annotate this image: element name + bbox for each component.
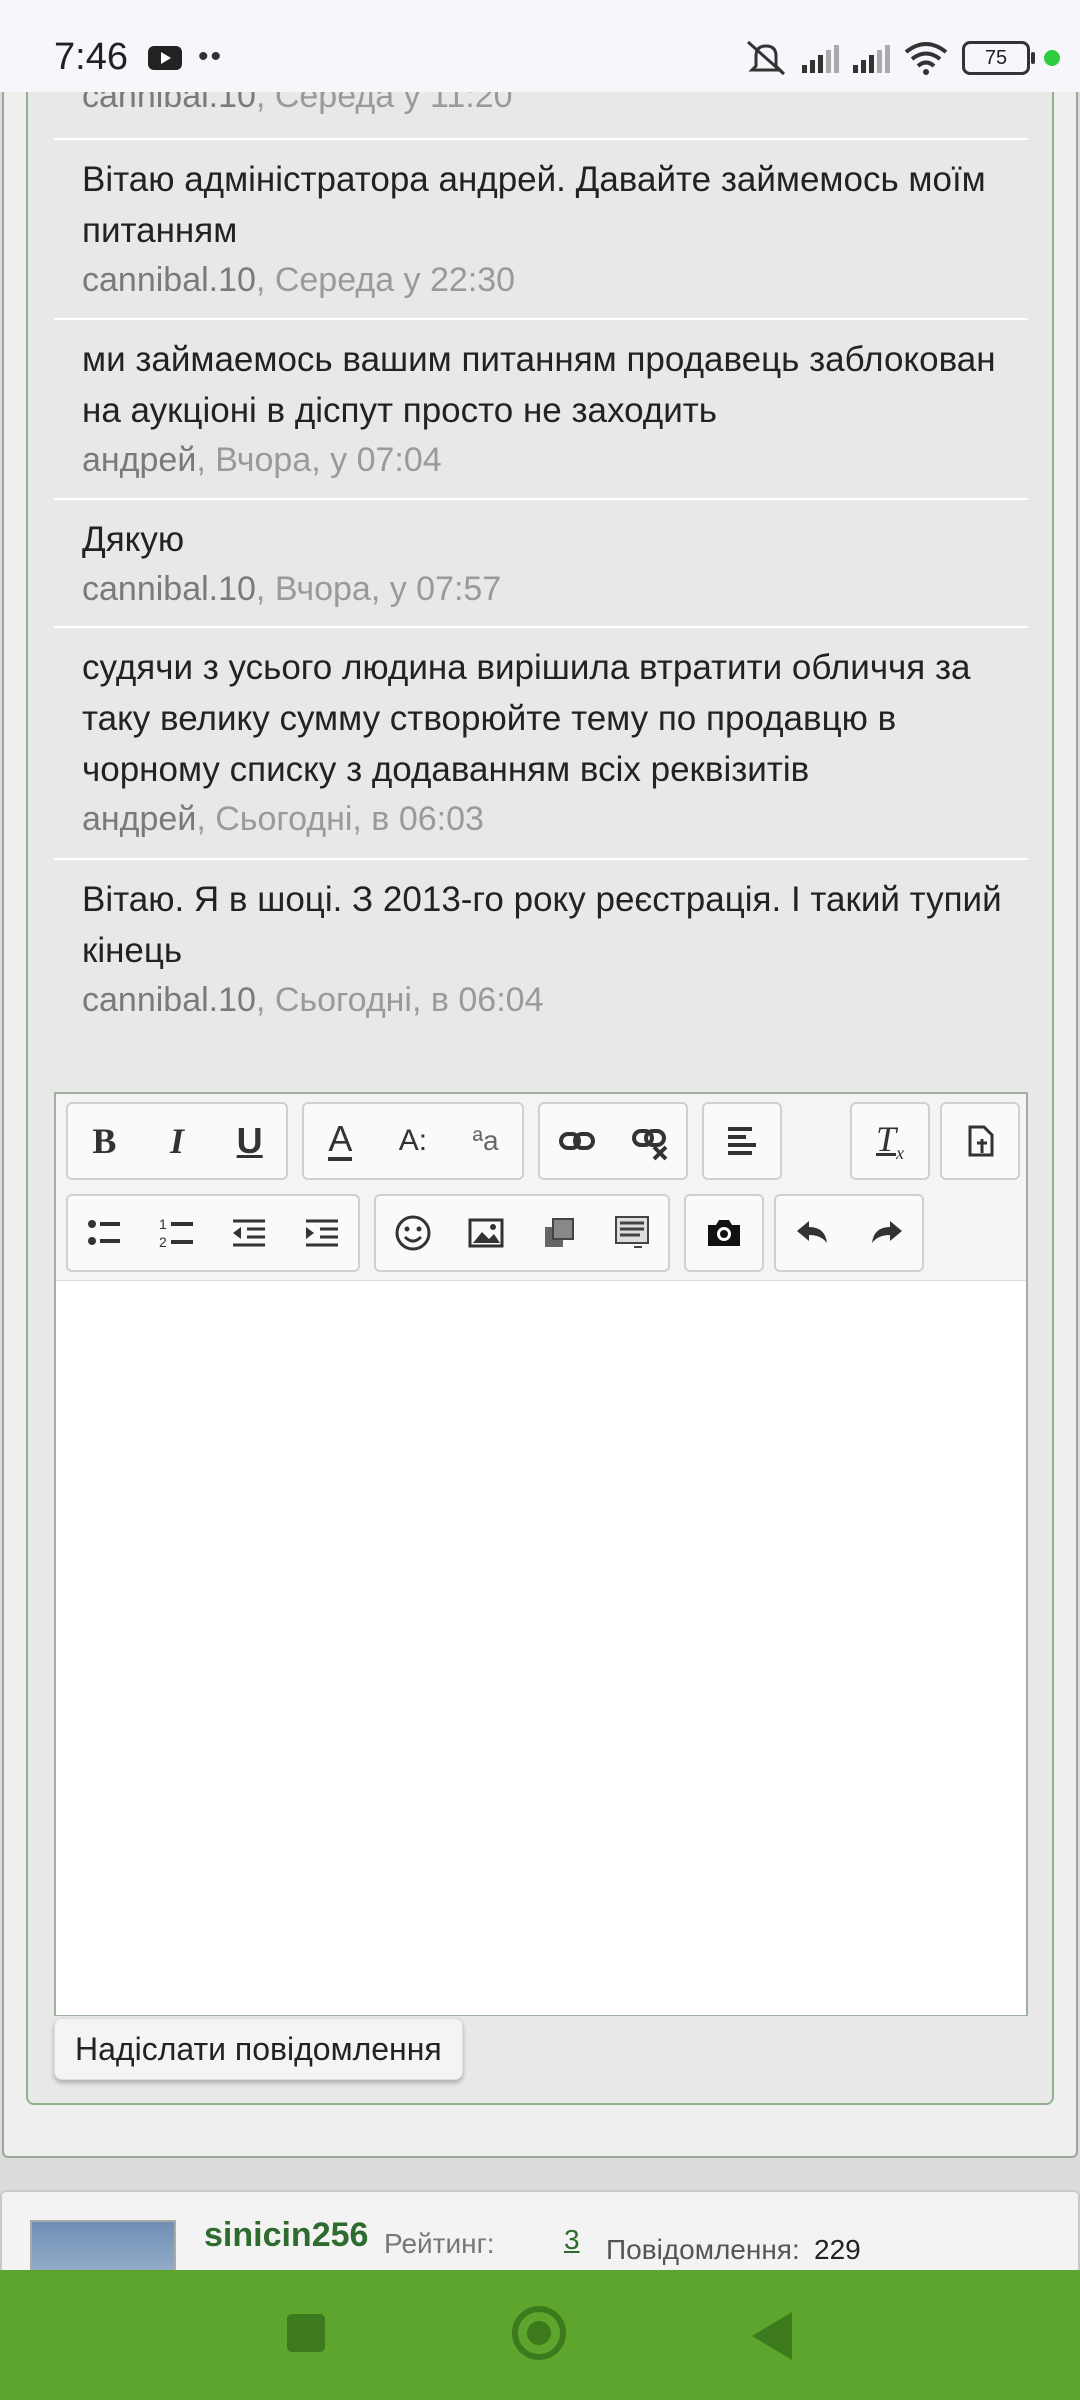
status-time: 7:46 [54,36,128,78]
message-item: судячи з усього людина вирішила втратити… [54,628,1028,860]
posts-value: 229 [814,2234,861,2265]
remove-format-icon[interactable]: Tx [859,1110,921,1172]
template-icon[interactable] [601,1202,663,1264]
wifi-icon [904,42,948,75]
rating-value[interactable]: 3 [564,2224,580,2256]
toolbar-group-history [774,1194,924,1272]
signal-icon [853,43,890,73]
toolbar-group-format: Tx [850,1102,930,1180]
font-case-icon[interactable]: ªa [455,1110,517,1172]
message-item: Дякую cannibal.10, Вчора, у 07:57 [54,500,1028,628]
indent-icon[interactable] [291,1202,353,1264]
message-author[interactable]: андрей [82,441,196,479]
numbered-list-icon[interactable]: 12 [146,1202,208,1264]
message-author[interactable]: cannibal.10 [82,570,256,608]
toolbar-group-source [940,1102,1020,1180]
camera-icon[interactable] [693,1202,755,1264]
message-time: Сьогодні, в 06:03 [215,800,484,838]
align-icon[interactable] [711,1110,773,1172]
bold-icon[interactable]: B [73,1110,135,1172]
font-size-icon[interactable]: A: [382,1110,444,1172]
message-author[interactable]: cannibal.10 [82,981,256,1019]
message-text: Дякую [82,520,185,559]
toolbar-group-links [538,1102,688,1180]
message-editor: B I U A A: ªa Tx 12 [54,1092,1028,2016]
svg-text:2: 2 [159,1234,167,1250]
message-text: судячи з усього людина вирішила втратити… [82,648,971,789]
message-item: Вітаю. Я в шоці. З 2013-го року реєстрац… [54,860,1028,1040]
message-text: ми займаемось вашим питанням продавець з… [82,340,996,430]
redo-icon[interactable] [855,1202,917,1264]
image-icon[interactable] [455,1202,517,1264]
toolbar-group-camera [684,1194,764,1272]
message-text: Вітаю. Я в шоці. З 2013-го року реєстрац… [82,880,1002,970]
youtube-notification-icon [148,46,182,70]
svg-text:1: 1 [159,1216,167,1232]
toolbar-group-basic: B I U [66,1102,288,1180]
bullet-list-icon[interactable] [73,1202,135,1264]
message-time: Сьогодні, в 06:04 [274,981,544,1019]
outdent-icon[interactable] [218,1202,280,1264]
home-button[interactable] [512,2306,566,2360]
navigation-bar [0,2270,1080,2400]
message-time: Вчора, у 07:57 [274,570,502,608]
undo-icon[interactable] [782,1202,844,1264]
text-color-icon[interactable]: A [309,1110,371,1172]
recent-apps-button[interactable] [287,2314,325,2352]
more-notifications-icon: •• [198,40,224,73]
toolbar-group-lists: 12 [66,1194,360,1272]
message-author[interactable]: андрей [82,800,196,838]
message-item: Вітаю адміністратора андрей. Давайте зай… [54,140,1028,320]
message-time: Середа у 22:30 [274,261,516,299]
battery-icon: 75 [962,41,1035,75]
toolbar-group-style: A A: ªa [302,1102,524,1180]
send-message-button[interactable]: Надіслати повідомлення [54,2018,463,2080]
post-username[interactable]: sinicin256 [204,2216,368,2255]
back-button[interactable] [752,2312,792,2360]
status-bar: 7:46 •• 75 [0,0,1080,92]
posts-label: Повідомлення: [606,2234,800,2265]
message-text: Вітаю адміністратора андрей. Давайте зай… [82,160,986,250]
message-time: Вчора, у 07:04 [215,441,442,479]
signal-icon [802,43,839,73]
rating-label: Рейтинг: [384,2228,495,2259]
source-icon[interactable] [949,1110,1011,1172]
toolbar-group-align [702,1102,782,1180]
message-author[interactable]: cannibal.10 [82,261,256,299]
unlink-icon[interactable] [619,1110,681,1172]
link-icon[interactable] [546,1110,608,1172]
smiley-icon[interactable] [382,1202,444,1264]
underline-icon[interactable]: U [219,1110,281,1172]
italic-icon[interactable]: I [146,1110,208,1172]
toolbar-group-insert [374,1194,670,1272]
message-item: ми займаемось вашим питанням продавець з… [54,320,1028,500]
media-icon[interactable] [528,1202,590,1264]
privacy-indicator-icon [1044,50,1060,66]
mute-icon [747,40,785,76]
editor-text-area[interactable] [56,1280,1026,2015]
